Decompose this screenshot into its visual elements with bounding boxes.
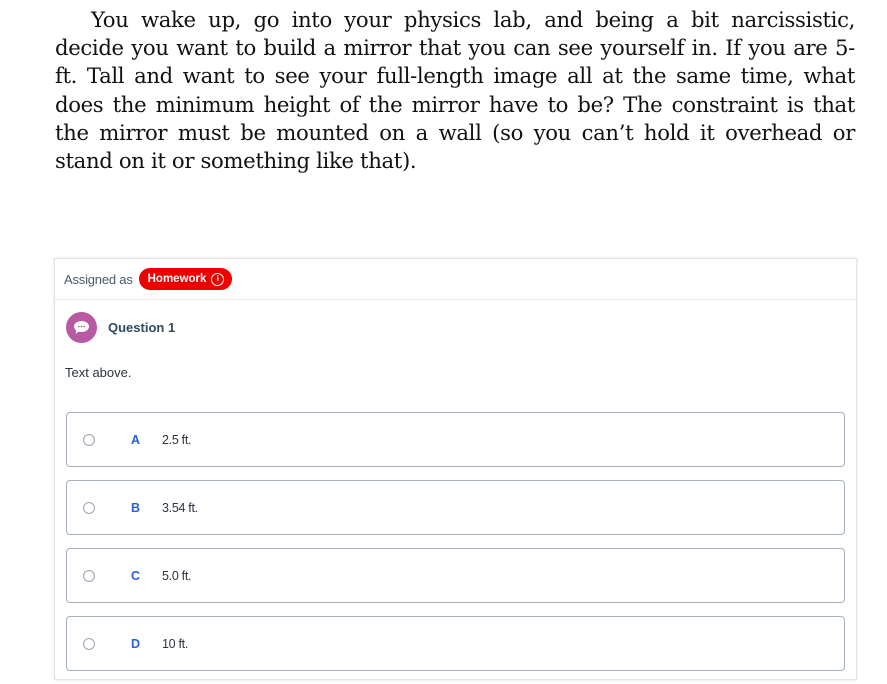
radio-button[interactable] (83, 637, 95, 650)
option-b[interactable]: B 3.54 ft. (66, 480, 845, 535)
option-letter: A (131, 432, 141, 447)
question-text: Text above. (65, 365, 132, 380)
option-letter: D (131, 636, 141, 651)
option-text: 5.0 ft. (162, 568, 192, 583)
homework-badge[interactable]: Homework i (138, 268, 233, 290)
assigned-label: Assigned as (64, 271, 133, 287)
radio-button[interactable] (83, 569, 95, 582)
question-card: Assigned as Homework i Question 1 Text a… (54, 258, 857, 680)
option-text: 2.5 ft. (162, 432, 192, 447)
option-letter: B (131, 500, 141, 515)
info-icon[interactable]: i (211, 272, 225, 286)
option-text: 10 ft. (162, 636, 188, 651)
option-c[interactable]: C 5.0 ft. (66, 548, 845, 603)
problem-statement: You wake up, go into your physics lab, a… (55, 7, 855, 174)
badge-label: Homework (147, 273, 207, 285)
radio-button[interactable] (83, 501, 95, 514)
option-letter: C (131, 568, 141, 583)
answer-options: A 2.5 ft. B 3.54 ft. C 5.0 ft. D 10 ft. (66, 412, 845, 684)
radio-button[interactable] (83, 433, 95, 446)
option-a[interactable]: A 2.5 ft. (66, 412, 845, 467)
question-title: Question 1 (108, 319, 176, 335)
speech-bubble-icon (66, 311, 97, 343)
option-d[interactable]: D 10 ft. (66, 616, 845, 671)
question-header: Question 1 (55, 311, 856, 343)
card-header: Assigned as Homework i (55, 259, 856, 300)
option-text: 3.54 ft. (162, 500, 198, 515)
